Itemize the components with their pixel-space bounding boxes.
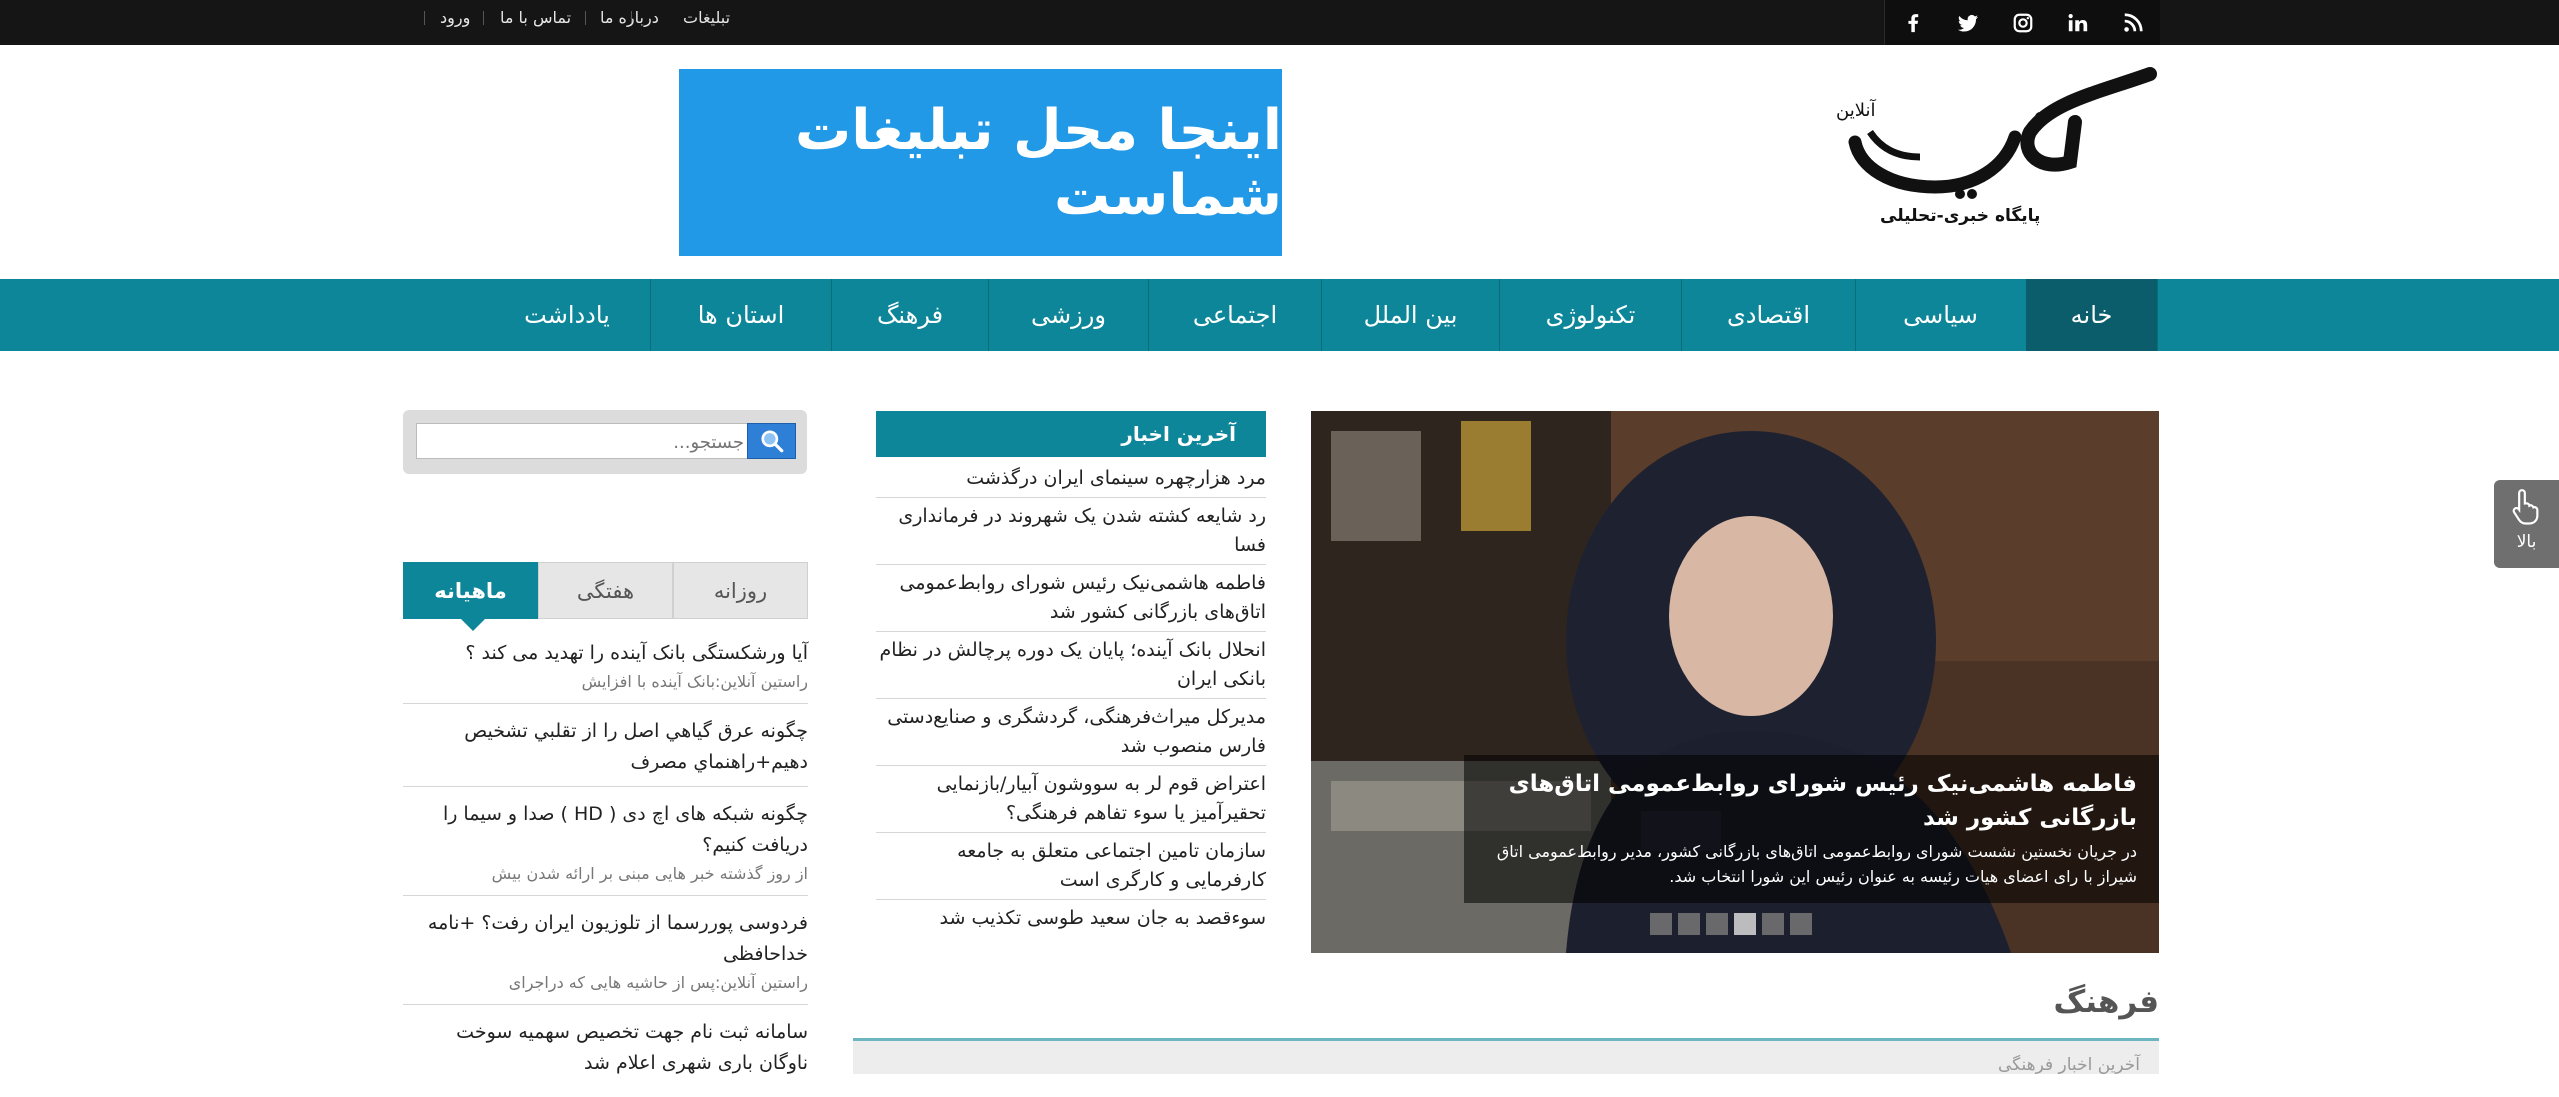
tab-weekly[interactable]: هفتگی bbox=[538, 562, 673, 619]
back-to-top-label: بالا bbox=[2516, 532, 2537, 552]
tab-daily[interactable]: روزانه bbox=[673, 562, 808, 619]
slider-dot[interactable] bbox=[1790, 913, 1812, 935]
back-to-top-button[interactable]: بالا bbox=[2494, 480, 2559, 568]
slider-dot[interactable] bbox=[1706, 913, 1728, 935]
slider-dot-active[interactable] bbox=[1734, 913, 1756, 935]
nav-separator bbox=[1855, 279, 1856, 351]
latest-news-item[interactable]: مدیرکل میراث‌فرهنگی، گردشگری و صنایع‌دست… bbox=[876, 699, 1266, 766]
banner-text: اینجا محل تبلیغات شماست bbox=[795, 97, 1282, 228]
nav-separator bbox=[988, 279, 989, 351]
search-button[interactable] bbox=[747, 423, 796, 459]
slide-title[interactable]: فاطمه هاشمی‌نیک رئیس شورای روابط‌عمومی ا… bbox=[1484, 767, 2137, 835]
latest-news-item[interactable]: سازمان تامین اجتماعی متعلق به جامعه کارف… bbox=[876, 833, 1266, 900]
nav-item-home[interactable]: خانه bbox=[2026, 279, 2157, 351]
top-separator bbox=[424, 11, 425, 25]
latest-news-item[interactable]: سوءقصد به جان سعید طوسی تکذیب شد bbox=[876, 900, 1266, 937]
latest-news-list: مرد هزارچهره سینمای ایران درگذشت رد شایع… bbox=[876, 460, 1266, 937]
latest-news-item[interactable]: فاطمه هاشمی‌نیک رئیس شورای روابط‌عمومی ا… bbox=[876, 565, 1266, 632]
popular-news-list: آیا ورشکستگی بانک آینده را تهدید می کند … bbox=[403, 636, 808, 1097]
nav-item-social[interactable]: اجتماعی bbox=[1149, 279, 1321, 351]
slide-description: در جریان نخستین نشست شورای روابط‌عمومی ا… bbox=[1496, 842, 2137, 886]
top-separator bbox=[585, 11, 586, 25]
slide-caption[interactable]: فاطمه هاشمی‌نیک رئیس شورای روابط‌عمومی ا… bbox=[1464, 755, 2159, 903]
latest-news-item[interactable]: مرد هزارچهره سینمای ایران درگذشت bbox=[876, 460, 1266, 498]
hand-pointer-icon bbox=[2512, 489, 2538, 525]
nav-separator bbox=[1681, 279, 1682, 351]
list-item: سامانه ثبت نام جهت تخصیص سهمیه سوخت ناوگ… bbox=[403, 1015, 808, 1087]
list-item: چگونه شبکه های اچ دی ( HD ) صدا و سیما ر… bbox=[403, 797, 808, 896]
nav-separator bbox=[650, 279, 651, 351]
popular-title[interactable]: سامانه ثبت نام جهت تخصیص سهمیه سوخت ناوگ… bbox=[403, 1017, 808, 1079]
nav-separator bbox=[831, 279, 832, 351]
slider-dot[interactable] bbox=[1678, 913, 1700, 935]
facebook-icon[interactable] bbox=[1884, 0, 1940, 45]
popular-excerpt: راستین آنلاین:بانک آینده با افزایش bbox=[581, 672, 808, 691]
latest-news-item[interactable]: رد شایعه کشته شدن یک شهروند در فرمانداری… bbox=[876, 498, 1266, 565]
nav-item-provinces[interactable]: استان ها bbox=[651, 279, 831, 351]
search-icon bbox=[760, 430, 783, 453]
popular-excerpt: راستین آنلاین:پس از حاشیه هایی که دراجرا… bbox=[508, 973, 808, 992]
nav-item-economy[interactable]: اقتصادی bbox=[1682, 279, 1855, 351]
nav-item-international[interactable]: بین الملل bbox=[1322, 279, 1499, 351]
news-slider[interactable]: فاطمه هاشمی‌نیک رئیس شورای روابط‌عمومی ا… bbox=[1311, 411, 2159, 953]
rss-icon[interactable] bbox=[2104, 0, 2160, 45]
popular-title[interactable]: فردوسی پوررسما از تلوزیون ایران رفت؟ +نا… bbox=[403, 908, 808, 970]
popular-title[interactable]: چگونه عرق گياهي اصل را از تقلبي تشخيص ده… bbox=[403, 716, 808, 778]
login-link[interactable]: ورود bbox=[440, 0, 470, 36]
popular-title[interactable]: آیا ورشکستگی بانک آینده را تهدید می کند … bbox=[403, 638, 808, 669]
logo-tag: آنلاین bbox=[1836, 100, 1876, 121]
ad-banner[interactable]: اینجا محل تبلیغات شماست bbox=[679, 69, 1282, 256]
active-tab-pointer bbox=[461, 619, 485, 631]
search-input[interactable] bbox=[420, 426, 746, 458]
list-item: فردوسی پوررسما از تلوزیون ایران رفت؟ +نا… bbox=[403, 906, 808, 1005]
latest-news-heading: آخرین اخبار bbox=[876, 411, 1266, 457]
top-separator bbox=[483, 11, 484, 25]
nav-item-culture[interactable]: فرهنگ bbox=[832, 279, 988, 351]
top-bar bbox=[0, 0, 2559, 45]
nav-separator bbox=[1499, 279, 1500, 351]
nav-separator bbox=[1148, 279, 1149, 351]
nav-separator bbox=[1321, 279, 1322, 351]
logo-subtitle: پایگاه خبری-تحلیلی bbox=[1880, 206, 2041, 226]
about-link[interactable]: درباره ما bbox=[600, 0, 659, 36]
slider-dot[interactable] bbox=[1650, 913, 1672, 935]
popular-excerpt: از روز گذشته خبر هایی مبنی بر ارائه شدن … bbox=[491, 864, 808, 883]
ads-link[interactable]: تبلیغات bbox=[683, 0, 730, 36]
popular-title[interactable]: چگونه شبکه های اچ دی ( HD ) صدا و سیما ر… bbox=[403, 799, 808, 861]
nav-item-sports[interactable]: ورزشی bbox=[989, 279, 1148, 351]
instagram-icon[interactable] bbox=[1994, 0, 2050, 45]
nav-item-technology[interactable]: تکنولوژی bbox=[1500, 279, 1681, 351]
list-item: آیا ورشکستگی بانک آینده را تهدید می کند … bbox=[403, 636, 808, 704]
slider-dots bbox=[1650, 913, 1812, 935]
slider-dot[interactable] bbox=[1762, 913, 1784, 935]
section-subtitle: آخرین اخبار فرهنگی bbox=[1997, 1055, 2140, 1075]
latest-news-item[interactable]: انحلال بانک آینده؛ پایان یک دوره پرچالش … bbox=[876, 632, 1266, 699]
latest-news-item[interactable]: اعتراض قوم لر به سووشون آبیار/بازنمایی ت… bbox=[876, 766, 1266, 833]
nav-separator bbox=[2157, 279, 2158, 351]
nav-item-notes[interactable]: یادداشت bbox=[484, 279, 650, 351]
linkedin-icon[interactable] bbox=[2049, 0, 2105, 45]
list-item: چگونه عرق گياهي اصل را از تقلبي تشخيص ده… bbox=[403, 714, 808, 787]
contact-link[interactable]: تماس با ما bbox=[500, 0, 571, 36]
nav-item-politics[interactable]: سیاسی bbox=[1856, 279, 2025, 351]
tab-monthly[interactable]: ماهیانه bbox=[403, 562, 538, 619]
twitter-icon[interactable] bbox=[1939, 0, 1995, 45]
section-title-culture[interactable]: فرهنگ bbox=[1990, 984, 2159, 1020]
